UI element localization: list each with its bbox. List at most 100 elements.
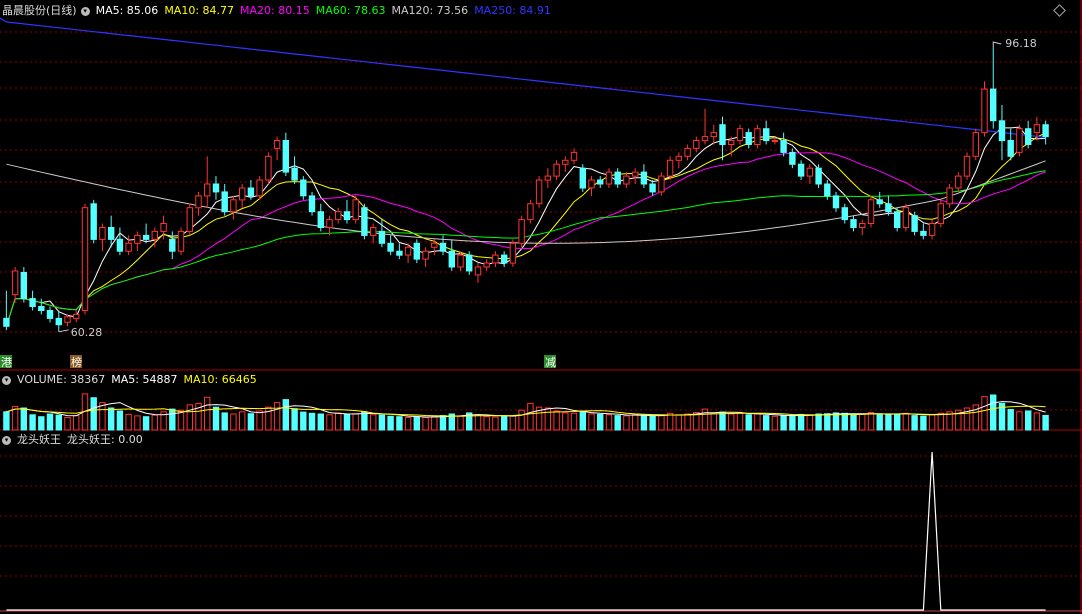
candle-body bbox=[99, 227, 106, 240]
candle-body bbox=[169, 238, 176, 252]
chart-canvas[interactable]: 96.18 60.28 港 榜 减 bbox=[0, 0, 1082, 614]
candle-body bbox=[990, 88, 997, 122]
candle-body bbox=[920, 230, 927, 236]
volume-bar bbox=[710, 413, 717, 431]
high-price-label: 96.18 bbox=[1005, 37, 1037, 50]
volume-bar bbox=[300, 411, 307, 431]
candle-body bbox=[212, 183, 220, 193]
candle-body bbox=[981, 88, 988, 134]
candle-body bbox=[64, 316, 71, 323]
volume-bar bbox=[326, 414, 333, 431]
candle-body bbox=[247, 187, 255, 197]
candle bbox=[544, 168, 551, 188]
volume-bar bbox=[3, 411, 10, 431]
candle-body bbox=[902, 207, 910, 228]
candle bbox=[675, 152, 682, 169]
candle bbox=[859, 219, 866, 236]
candle bbox=[483, 259, 490, 271]
candle-body bbox=[885, 203, 892, 213]
volume-bar bbox=[169, 408, 176, 431]
volume-bar bbox=[396, 416, 403, 431]
candle-body bbox=[300, 179, 307, 197]
volume-bar bbox=[649, 415, 656, 431]
volume-bar bbox=[719, 411, 726, 431]
volume-bar bbox=[894, 413, 901, 431]
low-marker-line bbox=[58, 329, 69, 333]
candle-body bbox=[579, 167, 586, 189]
candle-body bbox=[239, 187, 246, 201]
candle-body bbox=[605, 171, 613, 185]
indicator-line bbox=[6, 451, 1046, 611]
candle bbox=[501, 251, 508, 267]
candle-body bbox=[719, 124, 726, 145]
candle bbox=[806, 164, 813, 184]
candle bbox=[422, 247, 429, 267]
candle bbox=[867, 195, 875, 228]
volume-bar bbox=[632, 414, 639, 431]
candle bbox=[928, 219, 936, 240]
volume-bar bbox=[186, 404, 194, 431]
candle-body bbox=[1016, 128, 1023, 153]
candle-body bbox=[55, 317, 62, 326]
volume-bar bbox=[90, 397, 97, 431]
candle-body bbox=[317, 211, 325, 228]
volume-bar bbox=[134, 415, 141, 431]
candle-body bbox=[326, 219, 333, 229]
candle bbox=[273, 136, 281, 161]
volume-bar bbox=[317, 413, 325, 431]
volume-bar bbox=[256, 410, 263, 431]
high-marker-line bbox=[992, 41, 1002, 49]
volume-bar bbox=[797, 413, 805, 431]
candle-body bbox=[29, 298, 36, 308]
candle-body bbox=[614, 171, 621, 185]
candle bbox=[256, 176, 263, 200]
volume-bar bbox=[439, 415, 447, 431]
candle-body bbox=[701, 136, 709, 142]
volume-bar bbox=[46, 413, 54, 431]
candle bbox=[177, 227, 185, 256]
candle-body bbox=[90, 203, 97, 240]
candle bbox=[885, 195, 892, 216]
candle-body bbox=[81, 207, 89, 311]
candle-body bbox=[623, 175, 630, 185]
candle-body bbox=[221, 191, 228, 213]
candle bbox=[745, 128, 752, 149]
volume-bar bbox=[553, 410, 560, 431]
candle bbox=[387, 235, 394, 256]
candle-body bbox=[632, 171, 639, 177]
candle-body bbox=[11, 270, 19, 296]
candle bbox=[439, 235, 447, 256]
candle bbox=[894, 207, 901, 232]
candle-body bbox=[806, 167, 813, 177]
candle-body bbox=[553, 163, 560, 177]
candle-body bbox=[710, 132, 717, 138]
candle-body bbox=[1007, 140, 1014, 157]
candle bbox=[527, 199, 534, 224]
volume-bar bbox=[684, 413, 691, 431]
candle-body bbox=[335, 211, 342, 221]
candle-body bbox=[361, 207, 368, 236]
candle-body bbox=[535, 179, 543, 205]
volume-bar bbox=[623, 415, 630, 431]
candle bbox=[11, 267, 19, 303]
candle-body bbox=[125, 242, 132, 252]
candle bbox=[352, 195, 359, 224]
candle-body bbox=[640, 171, 648, 185]
candle bbox=[736, 124, 744, 145]
candle-body bbox=[387, 242, 394, 252]
volume-bar bbox=[763, 415, 770, 431]
candle bbox=[605, 168, 613, 188]
candle bbox=[20, 267, 28, 303]
candle-body bbox=[867, 199, 875, 225]
volume-bar bbox=[273, 402, 281, 431]
candle-body bbox=[291, 167, 298, 181]
candle-body bbox=[876, 199, 883, 205]
candle bbox=[562, 156, 569, 173]
candle bbox=[265, 152, 272, 184]
candle bbox=[998, 104, 1006, 161]
volume-bar bbox=[771, 415, 779, 431]
volume-bar bbox=[815, 413, 822, 431]
volume-bar bbox=[562, 412, 569, 431]
ma250-line bbox=[0, 17, 1046, 138]
volume-bar bbox=[370, 414, 377, 431]
